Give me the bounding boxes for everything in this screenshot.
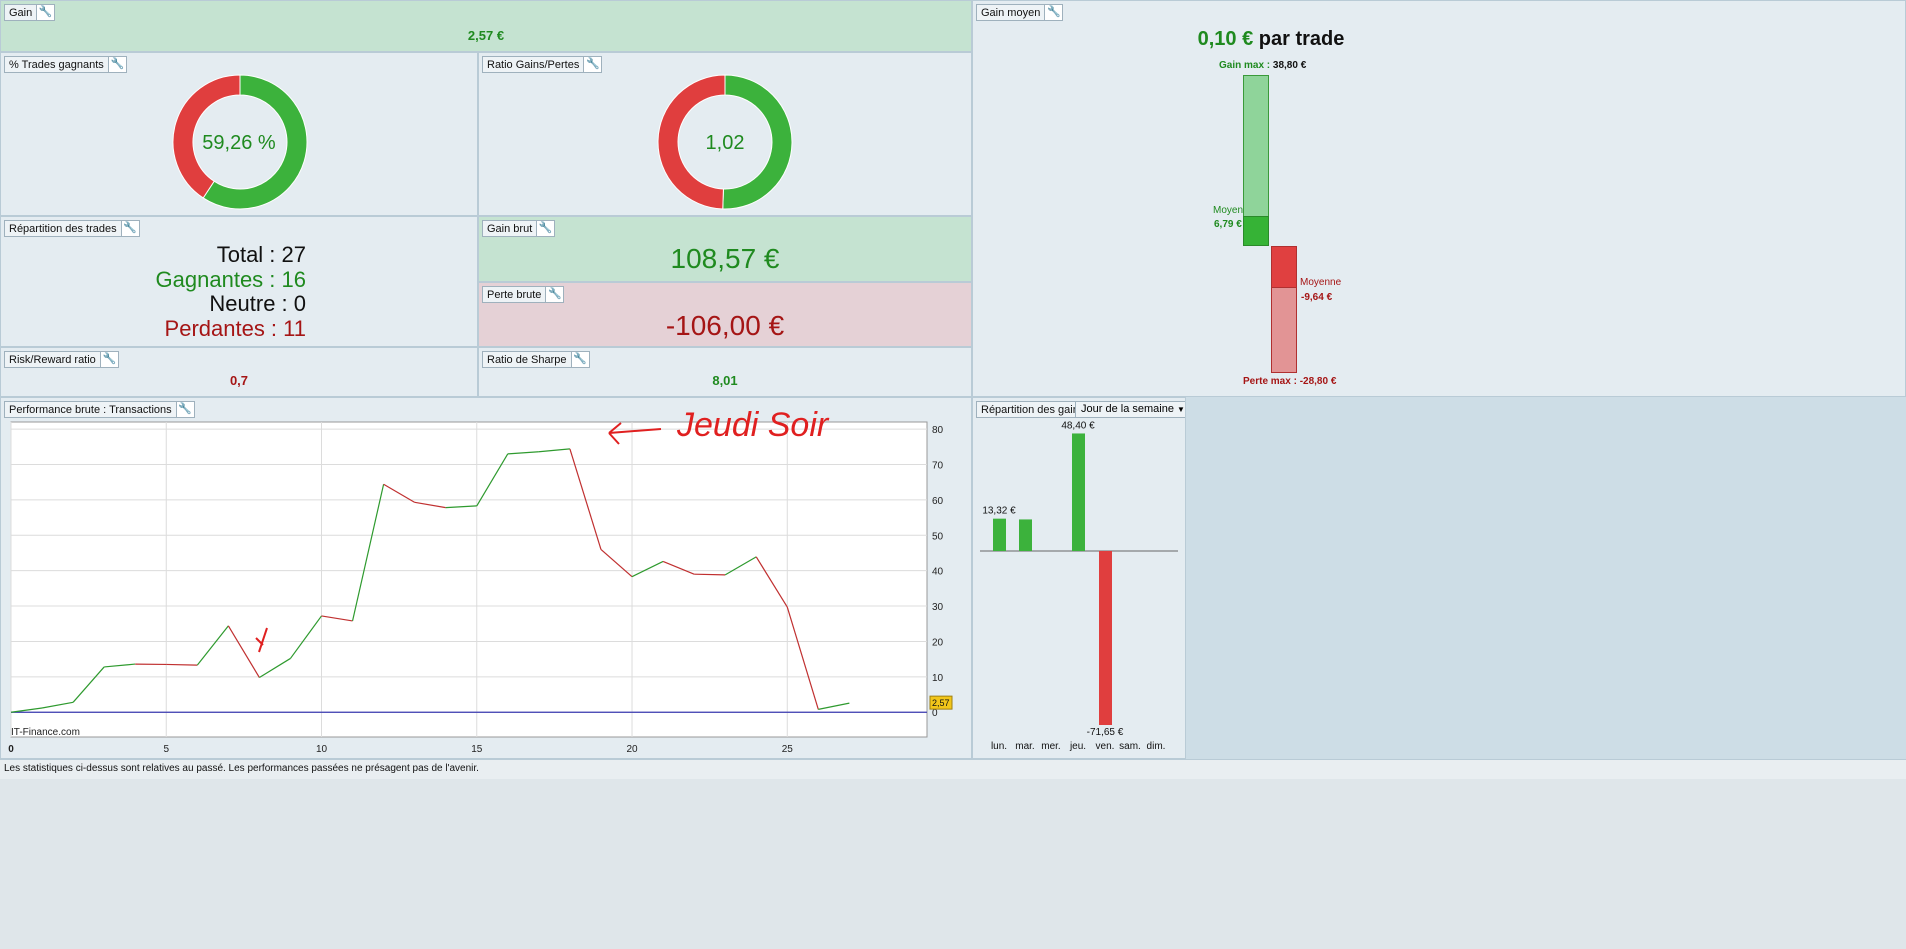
x-tick-label: 20 (626, 744, 638, 755)
neutre-count: Neutre : 0 (209, 291, 306, 316)
gain-brut-tab[interactable]: Gain brut 🔧 (482, 220, 556, 237)
wrench-icon[interactable]: 🔧 (99, 352, 118, 367)
y-tick-label: 50 (932, 531, 944, 542)
perte-max-label: Perte max : -28,80 € (1243, 376, 1336, 387)
trades-gagnants-value: 59,26 % (202, 132, 276, 154)
y-tick-label: 60 (932, 496, 944, 507)
wrench-icon[interactable]: 🔧 (570, 352, 589, 367)
day-bar (1072, 433, 1085, 551)
day-label: lun. (991, 741, 1007, 752)
performance-chart: 0 10 20 30 40 50 60 70 80 0 5 10 15 20 25 2,57 Jeudi Soi… (8, 406, 953, 755)
last-value-label: 2,57 (932, 698, 950, 708)
moyenne-label: Moyenne (1300, 277, 1342, 288)
repartition-trades-panel: Répartition des trades 🔧 Total : 27 Gagna… (0, 216, 478, 347)
gain-max-value: 38,80 € (1272, 60, 1307, 71)
risk-reward-panel: Risk/Reward ratio 🔧 0,7 (0, 347, 478, 397)
empty-area (1186, 397, 1906, 759)
wrench-icon[interactable]: 🔧 (1044, 5, 1063, 20)
footer-disclaimer: Les statistiques ci-dessus sont relative… (4, 763, 479, 774)
perte-brute-value: -106,00 € (665, 310, 785, 341)
perdantes-count: Perdantes : 11 (164, 316, 306, 341)
x-tick-label: 15 (471, 744, 483, 755)
sharpe-panel: Ratio de Sharpe 🔧 8,01 (478, 347, 972, 397)
perte-max-text: Perte max : (1243, 376, 1300, 387)
gain-title: Gain (9, 7, 33, 19)
gain-brut-panel: Gain brut 🔧 108,57 € (478, 216, 972, 282)
perte-max-value: -28,80 € (1299, 376, 1337, 387)
moyen-label: Moyen (1213, 205, 1244, 216)
wrench-icon[interactable]: 🔧 (536, 221, 555, 236)
wrench-icon[interactable]: 🔧 (36, 5, 55, 20)
moyen-value: 6,79 € (1214, 219, 1242, 230)
wrench-icon[interactable]: 🔧 (120, 221, 139, 236)
day-bar-label: 48,40 € (1061, 420, 1095, 431)
y-tick-label: 20 (932, 637, 944, 648)
x-tick-label: 5 (163, 744, 169, 755)
repartition-trades-tab[interactable]: Répartition des trades 🔧 (4, 220, 140, 237)
day-label: jeu. (1069, 741, 1086, 752)
wrench-icon[interactable]: 🔧 (545, 287, 564, 302)
risk-reward-tab[interactable]: Risk/Reward ratio 🔧 (4, 351, 119, 368)
trades-gagnants-panel: % Trades gagnants 🔧 59,26 % (0, 52, 478, 216)
gains-by-day-chart: 13,32 € lun. mar. mer. 48,40 € jeu.-71,65 € ve… (980, 420, 1178, 752)
day-label: sam. (1119, 741, 1141, 752)
day-bar (1099, 551, 1112, 725)
gain-moyen-title: Gain moyen (981, 7, 1041, 19)
series-segment (694, 573, 726, 576)
day-label: mer. (1041, 741, 1060, 752)
series-segment (166, 663, 198, 666)
risk-reward-value: 0,7 (229, 373, 249, 388)
gain-moyen-amount: 0,10 € (1197, 28, 1254, 50)
sharpe-title: Ratio de Sharpe (487, 354, 567, 366)
perte-brute-title: Perte brute (487, 289, 542, 301)
ratio-value: 1,02 (705, 132, 745, 154)
gain-brut-value: 108,57 € (670, 243, 780, 274)
y-tick-label: 80 (932, 425, 944, 436)
day-label: mar. (1015, 741, 1034, 752)
moyenne-value: -9,64 € (1301, 292, 1333, 303)
gain-moyen-tab[interactable]: Gain moyen 🔧 (976, 4, 1064, 21)
plot-area (10, 421, 928, 738)
day-bar-label: 13,32 € (982, 506, 1016, 517)
day-bar (993, 518, 1006, 551)
gagnantes-count: Gagnantes : 16 (155, 267, 306, 292)
moyenne-bar (1271, 246, 1297, 289)
y-tick-label: 10 (932, 673, 944, 684)
day-bar (1019, 519, 1032, 551)
bottom-strip (0, 779, 1906, 949)
gain-brut-title: Gain brut (487, 223, 533, 235)
performance-panel: Performance brute : Transactions 🔧 0 10 20 3… (0, 397, 972, 759)
watermark: IT-Finance.com (11, 727, 80, 738)
perte-brute-panel: Perte brute 🔧 -106,00 € (478, 282, 972, 347)
gain-value: 2,57 € (467, 28, 505, 43)
risk-reward-title: Risk/Reward ratio (9, 354, 96, 366)
y-tick-label: 0 (932, 708, 938, 719)
y-tick-label: 30 (932, 602, 944, 613)
y-tick-label: 40 (932, 567, 944, 578)
x-tick-label: 25 (782, 744, 794, 755)
perte-brute-tab[interactable]: Perte brute 🔧 (482, 286, 565, 303)
footer-bar: Les statistiques ci-dessus sont relative… (0, 759, 1906, 779)
gain-moyen-suffix: par trade (1253, 28, 1345, 50)
sharpe-tab[interactable]: Ratio de Sharpe 🔧 (482, 351, 590, 368)
ratio-gains-pertes-panel: Ratio Gains/Pertes 🔧 1,02 (478, 52, 972, 216)
gain-max-text: Gain max : (1219, 60, 1273, 71)
sharpe-value: 8,01 (712, 373, 738, 388)
gain-tab[interactable]: Gain 🔧 (4, 4, 56, 21)
annotation-text: Jeudi Soir (676, 406, 830, 444)
gain-max-label: Gain max : 38,80 € (1219, 60, 1306, 71)
day-label: ven. (1096, 741, 1115, 752)
total-count: Total : 27 (216, 242, 306, 267)
day-label: dim. (1147, 741, 1166, 752)
moyen-bar (1243, 216, 1269, 246)
repartition-trades-title: Répartition des trades (9, 223, 117, 235)
gain-moyen-panel: Gain moyen 🔧 0,10 € par trade Gain max : … (972, 0, 1906, 397)
x-tick-label: 0 (8, 744, 14, 755)
gain-moyen-headline: 0,10 € par trade (973, 28, 1569, 51)
y-tick-label: 70 (932, 460, 944, 471)
gain-panel: Gain 🔧 2,57 € (0, 0, 972, 52)
day-bar-label: -71,65 € (1087, 727, 1124, 738)
repartition-gains-panel: Répartition des gains🔧 Jour de la semain… (972, 397, 1186, 759)
x-tick-label: 10 (316, 744, 328, 755)
